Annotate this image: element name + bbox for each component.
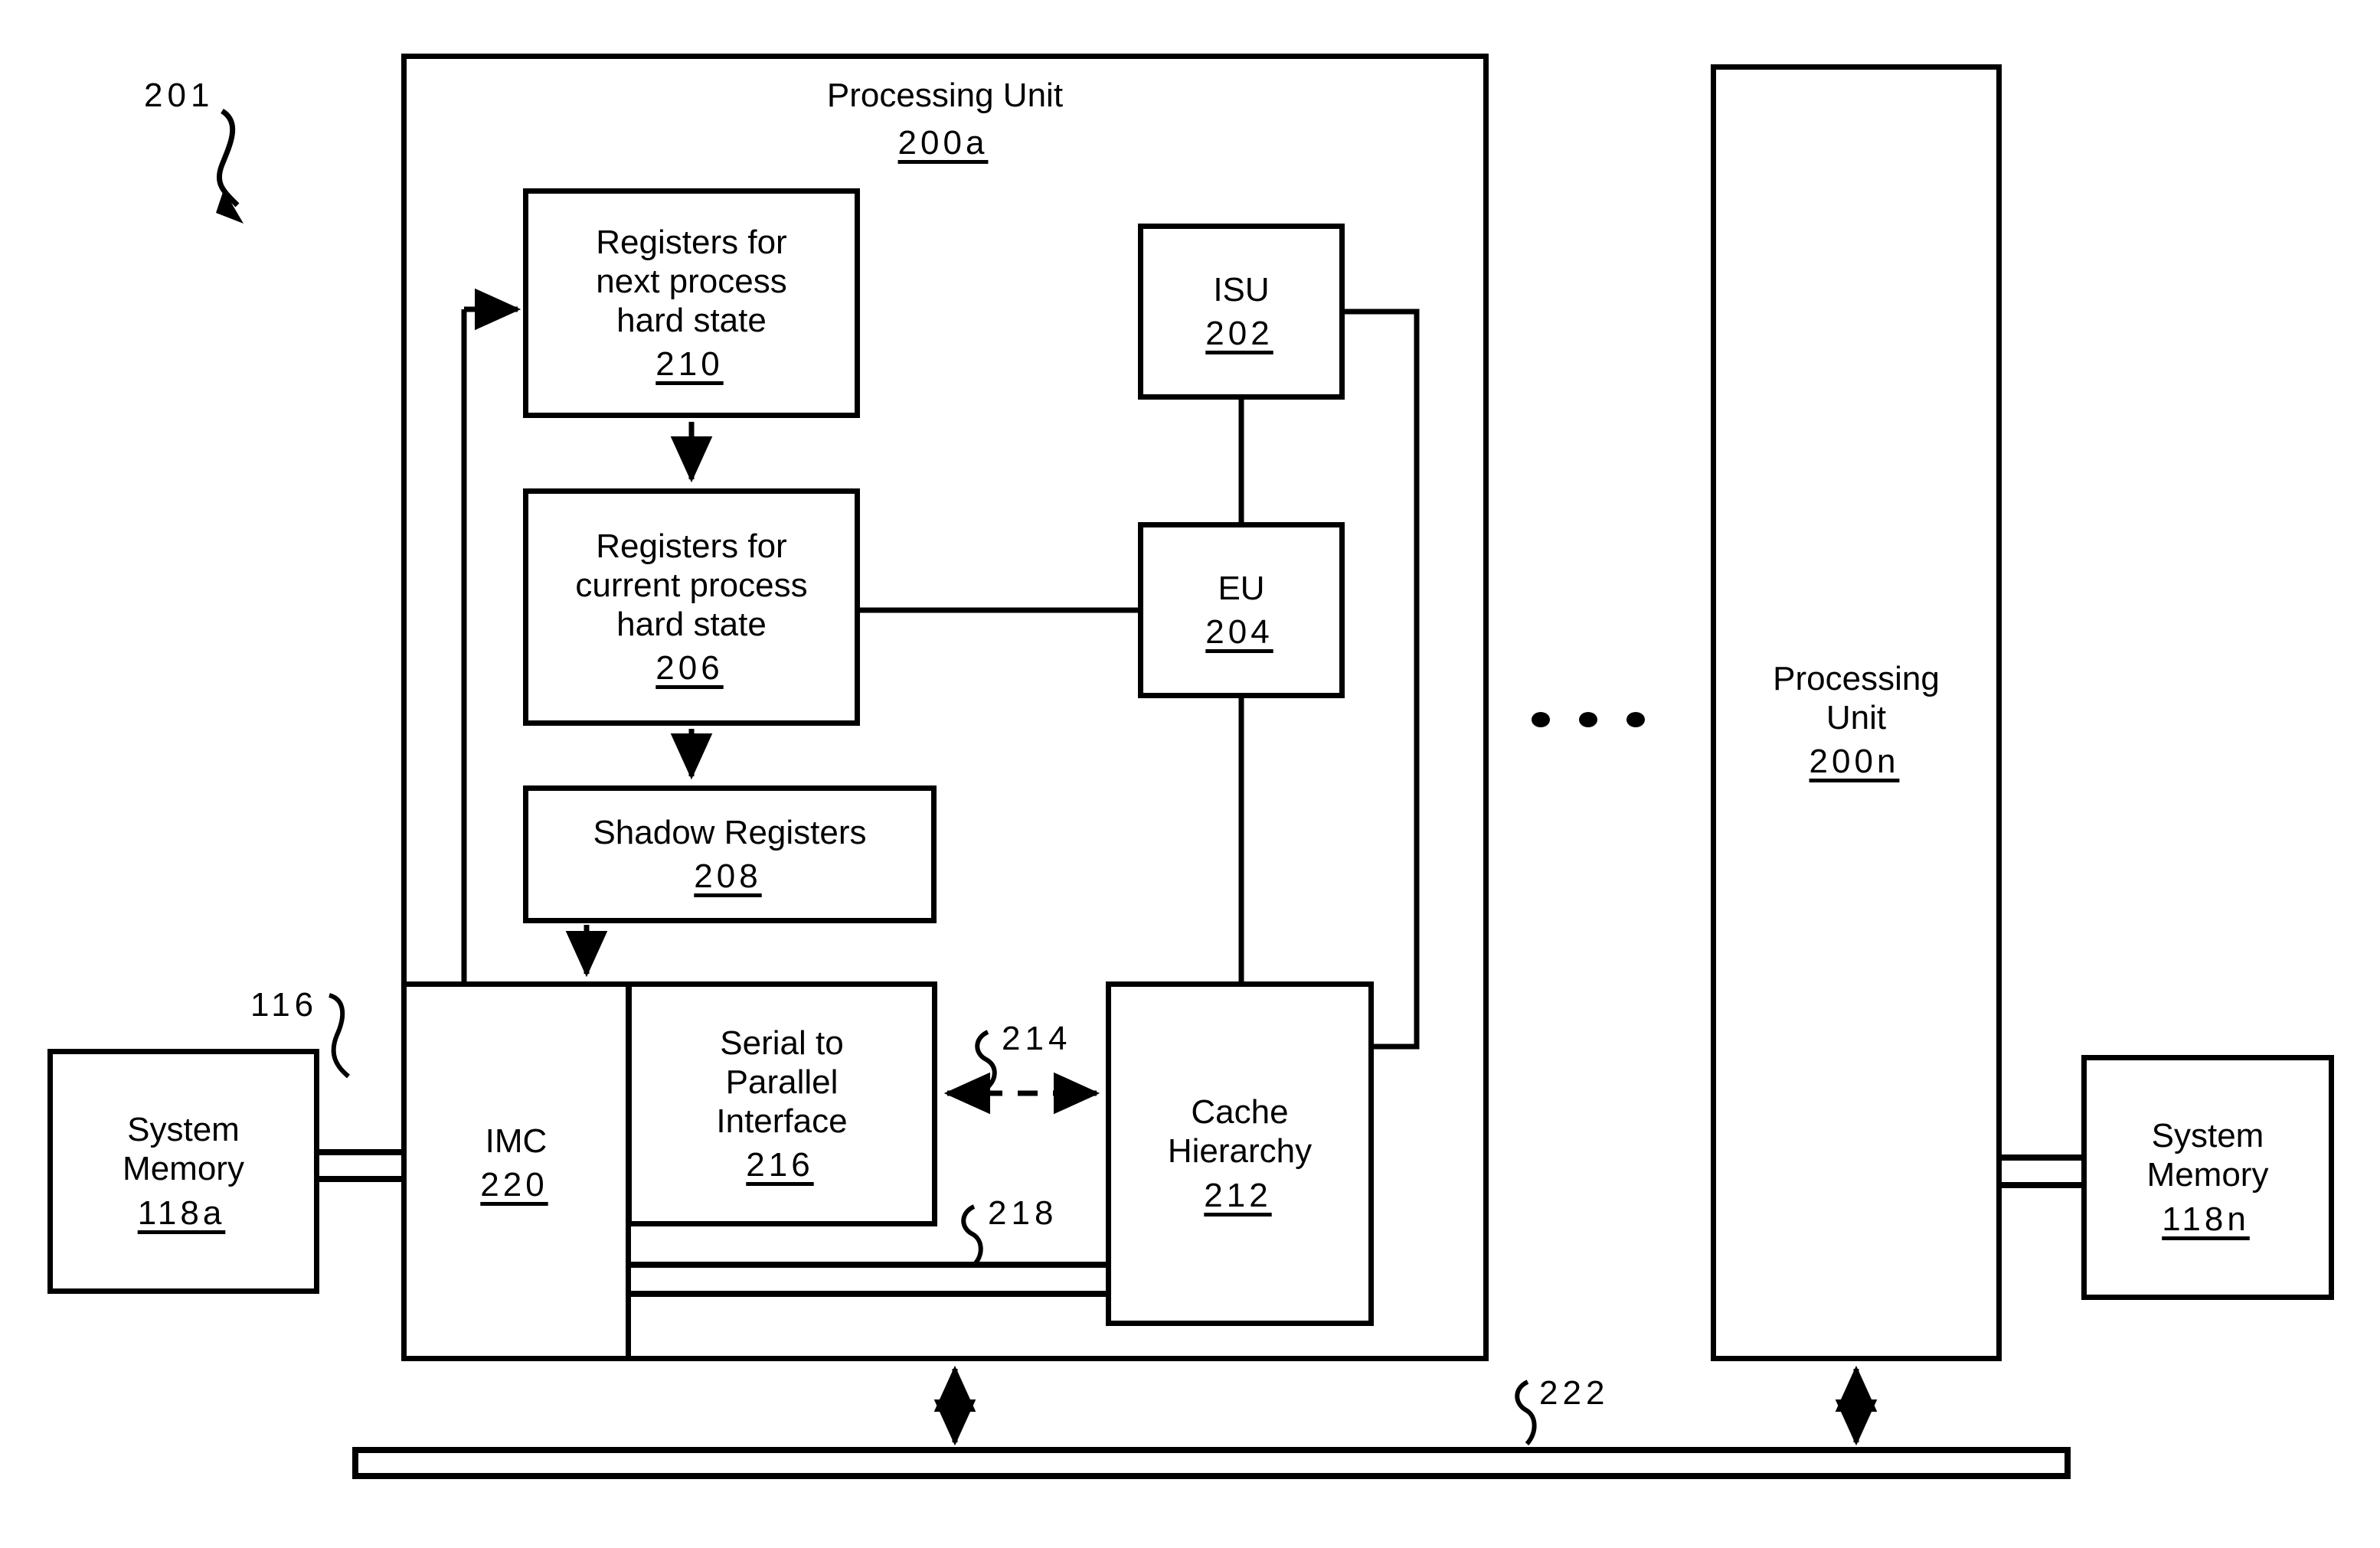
block-imc[interactable]: IMC 220 xyxy=(401,981,631,1361)
bus-sysmem-n-to-processing-unit-n xyxy=(1997,1154,2086,1188)
leader-201 xyxy=(216,109,244,224)
processing-unit-a-title-group: Processing Unit 200a xyxy=(401,77,1489,162)
sysmem-n-ref: 118n xyxy=(2162,1200,2250,1238)
ellipsis-dot-2 xyxy=(1579,712,1597,727)
block-eu[interactable]: EU 204 xyxy=(1138,522,1345,698)
sp-line1: Serial to xyxy=(720,1024,844,1062)
sp-ref: 216 xyxy=(746,1146,814,1184)
sysmem-n-line1: System xyxy=(2151,1117,2264,1155)
sysmem-a-line2: Memory xyxy=(123,1150,244,1188)
next-regs-ref: 210 xyxy=(655,345,724,384)
eu-ref: 204 xyxy=(1205,613,1273,651)
eu-line1: EU xyxy=(1218,569,1265,607)
imc-line1: IMC xyxy=(485,1122,548,1160)
sp-line3: Interface xyxy=(716,1102,848,1140)
shadow-regs-line1: Shadow Registers xyxy=(593,813,867,851)
block-next-process-registers[interactable]: Registers for next process hard state 21… xyxy=(523,188,860,418)
processing-unit-a-ref: 200a xyxy=(897,124,989,162)
block-current-process-registers[interactable]: Registers for current process hard state… xyxy=(523,488,860,726)
sysmem-a-ref: 118a xyxy=(137,1194,226,1232)
imc-ref: 220 xyxy=(480,1166,548,1204)
ref-201: 201 xyxy=(144,77,214,114)
isu-ref: 202 xyxy=(1205,315,1273,352)
block-cache-hierarchy[interactable]: Cache Hierarchy 212 xyxy=(1106,981,1374,1326)
ref-116: 116 xyxy=(250,986,319,1024)
cache-ref: 212 xyxy=(1204,1176,1272,1214)
current-regs-line3: hard state xyxy=(616,606,767,643)
current-regs-line1: Registers for xyxy=(596,527,787,565)
isu-line1: ISU xyxy=(1213,270,1270,309)
ref-222: 222 xyxy=(1539,1374,1610,1412)
system-bus-222 xyxy=(352,1447,2071,1479)
shadow-regs-ref: 208 xyxy=(694,857,762,895)
bus-116-sysmem-a-to-imc xyxy=(319,1149,406,1182)
leader-116 xyxy=(328,993,350,1079)
block-isu[interactable]: ISU 202 xyxy=(1138,224,1345,400)
ref-218: 218 xyxy=(988,1194,1058,1232)
processing-unit-n-title-line1: Processing xyxy=(1773,660,1940,697)
processing-unit-n-ref: 200n xyxy=(1809,743,1900,781)
ellipsis-dot-3 xyxy=(1626,712,1645,727)
current-regs-ref: 206 xyxy=(655,649,724,687)
processing-unit-n-container[interactable]: Processing Unit 200n xyxy=(1711,64,2002,1361)
ellipsis-dot-1 xyxy=(1532,712,1550,727)
cache-line2: Hierarchy xyxy=(1167,1132,1313,1171)
block-system-memory-n[interactable]: System Memory 118n xyxy=(2081,1055,2334,1300)
sysmem-a-line1: System xyxy=(127,1111,240,1149)
processing-unit-n-title-line2: Unit xyxy=(1826,699,1887,737)
block-system-memory-a[interactable]: System Memory 118a xyxy=(47,1049,319,1294)
current-regs-line2: current process xyxy=(575,566,808,604)
patent-figure: Processing Unit 200a Registers for next … xyxy=(0,0,2380,1548)
cache-line1: Cache xyxy=(1191,1093,1289,1132)
ref-214: 214 xyxy=(1002,1020,1072,1057)
processing-unit-a-title: Processing Unit xyxy=(826,77,1064,114)
sp-line2: Parallel xyxy=(725,1063,839,1101)
next-regs-line1: Registers for xyxy=(596,223,787,261)
next-regs-line2: next process xyxy=(596,262,787,300)
sysmem-n-line2: Memory xyxy=(2146,1156,2269,1194)
block-shadow-registers[interactable]: Shadow Registers 208 xyxy=(523,785,937,923)
next-regs-line3: hard state xyxy=(616,302,767,339)
leader-222 xyxy=(1515,1380,1537,1446)
ellipsis-between-processing-units xyxy=(1532,712,1645,727)
block-serial-to-parallel-interface[interactable]: Serial to Parallel Interface 216 xyxy=(626,981,937,1226)
